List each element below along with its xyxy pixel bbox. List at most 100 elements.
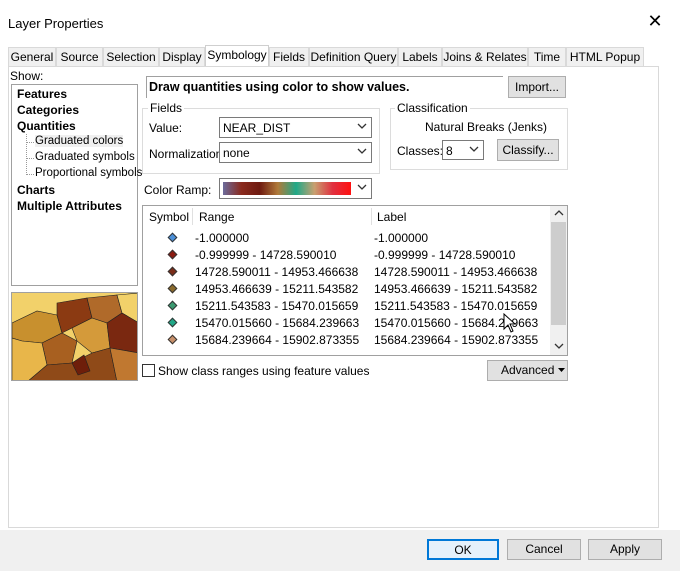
tab-definition-query[interactable]: Definition Query [309,47,398,66]
table-row[interactable]: 14953.466639 - 15211.543582 14953.466639 … [143,280,551,297]
tree-item-features[interactable]: Features [17,87,67,101]
class-list[interactable]: Symbol Range Label -1.000000 -1.000000 -0.… [142,205,568,356]
tree-connector [26,134,27,175]
dropdown-arrow-icon [558,368,565,372]
class-range[interactable]: 15211.543583 - 15470.015659 [195,299,358,313]
tab-general[interactable]: General [8,47,56,66]
tab-joins-relates[interactable]: Joins & Relates [442,47,528,66]
class-label[interactable]: 14953.466639 - 15211.543582 [374,282,537,296]
column-header-symbol[interactable]: Symbol [149,210,189,224]
class-symbol-swatch[interactable] [167,317,178,328]
apply-button-label: Apply [609,542,641,556]
tree-item-graduated-colors[interactable]: Graduated colors [35,135,124,147]
chevron-down-icon [357,123,367,129]
renderer-description: Draw quantities using color to show valu… [149,80,410,94]
color-ramp-swatch [223,182,351,195]
class-symbol-swatch[interactable] [167,249,178,260]
table-row[interactable]: 15684.239664 - 15902.873355 15684.239664 … [143,331,551,348]
chevron-down-icon [357,148,367,154]
tree-item-multiple-attributes[interactable]: Multiple Attributes [17,199,122,213]
class-range[interactable]: 14728.590011 - 14953.466638 [195,265,358,279]
normalization-select[interactable]: none [219,142,372,163]
tab-label: Symbology [207,48,267,62]
column-header-label[interactable]: Label [377,210,406,224]
chevron-down-icon [469,146,479,152]
class-range[interactable]: 15470.015660 - 15684.239663 [195,316,359,330]
apply-button[interactable]: Apply [588,539,662,560]
classification-method: Natural Breaks (Jenks) [425,120,548,134]
show-class-ranges-label: Show class ranges using feature values [158,364,370,378]
class-symbol-swatch[interactable] [167,334,178,345]
tab-selection[interactable]: Selection [103,47,159,66]
value-field-value: NEAR_DIST [223,121,291,135]
class-symbol-swatch[interactable] [167,283,178,294]
color-ramp-label: Color Ramp: [144,183,212,197]
classes-value: 8 [446,144,453,158]
class-symbol-swatch[interactable] [167,232,178,243]
class-range[interactable]: -1.000000 [195,231,249,245]
class-range[interactable]: 14953.466639 - 15211.543582 [195,282,358,296]
classification-legend: Classification [395,101,470,115]
tree-connector [26,142,34,143]
tree-item-charts[interactable]: Charts [17,183,55,197]
class-label[interactable]: 15211.543583 - 15470.015659 [374,299,537,313]
table-row[interactable]: 14728.590011 - 14953.466638 14728.590011 … [143,263,551,280]
column-header-range[interactable]: Range [199,210,234,224]
class-symbol-swatch[interactable] [167,266,178,277]
class-label[interactable]: -0.999999 - 14728.590010 [374,248,515,262]
classify-button[interactable]: Classify... [497,139,559,161]
tab-time[interactable]: Time [528,47,566,66]
class-range[interactable]: -0.999999 - 14728.590010 [195,248,336,262]
color-ramp-select[interactable] [219,178,372,199]
table-row[interactable]: 15470.015660 - 15684.239663 15470.015660 … [143,314,551,331]
cancel-button[interactable]: Cancel [507,539,581,560]
import-button[interactable]: Import... [508,76,566,98]
renderer-tree: Features Categories Quantities Graduated… [11,84,142,286]
class-label[interactable]: 15684.239664 - 15902.873355 [374,333,538,347]
tab-label: Definition Query [310,50,397,64]
show-label: Show: [10,69,44,83]
chevron-down-icon[interactable] [554,342,564,350]
advanced-button[interactable]: Advanced [487,360,568,381]
tab-label: Time [533,50,561,64]
tree-item-graduated-symbols[interactable]: Graduated symbols [35,151,135,163]
tab-symbology[interactable]: Symbology [205,45,269,67]
tree-item-proportional-symbols[interactable]: Proportional symbols [35,167,142,179]
advanced-button-label: Advanced [501,363,555,377]
tree-connector [26,158,34,159]
class-range[interactable]: 15684.239664 - 15902.873355 [195,333,359,347]
tab-label: Labels [402,50,438,64]
tree-item-categories[interactable]: Categories [17,103,79,117]
fields-legend: Fields [148,101,185,115]
tree-item-quantities[interactable]: Quantities [17,119,76,133]
column-divider [371,208,372,225]
class-label[interactable]: -1.000000 [374,231,428,245]
classes-select[interactable]: 8 [442,140,484,160]
classify-button-label: Classify... [502,143,554,157]
table-row[interactable]: 15211.543583 - 15470.015659 15211.543583 … [143,297,551,314]
class-label[interactable]: 14728.590011 - 14953.466638 [374,265,537,279]
tab-source[interactable]: Source [56,47,103,66]
table-row[interactable]: -1.000000 -1.000000 [143,229,551,246]
tab-display[interactable]: Display [159,47,205,66]
tab-label: Fields [272,50,305,64]
tab-strip: General Source Selection Display Symbolo… [8,45,660,67]
show-class-ranges-checkbox[interactable] [142,364,155,377]
ok-button[interactable]: OK [427,539,499,560]
close-icon[interactable]: ✕ [646,12,664,30]
import-button-label: Import... [514,80,559,94]
normalization-value: none [223,146,250,160]
normalization-label: Normalization: [149,147,226,161]
value-field-select[interactable]: NEAR_DIST [219,117,372,138]
classes-label: Classes: [397,144,444,158]
class-symbol-swatch[interactable] [167,300,178,311]
value-label: Value: [149,121,183,135]
scrollbar-thumb[interactable] [551,222,566,325]
tab-label: Selection [106,50,156,64]
tab-labels[interactable]: Labels [398,47,442,66]
tab-fields[interactable]: Fields [269,47,309,66]
chevron-up-icon[interactable] [554,209,564,217]
chevron-down-icon [357,184,367,190]
tab-html-popup[interactable]: HTML Popup [566,47,644,66]
table-row[interactable]: -0.999999 - 14728.590010 -0.999999 - 1472… [143,246,551,263]
